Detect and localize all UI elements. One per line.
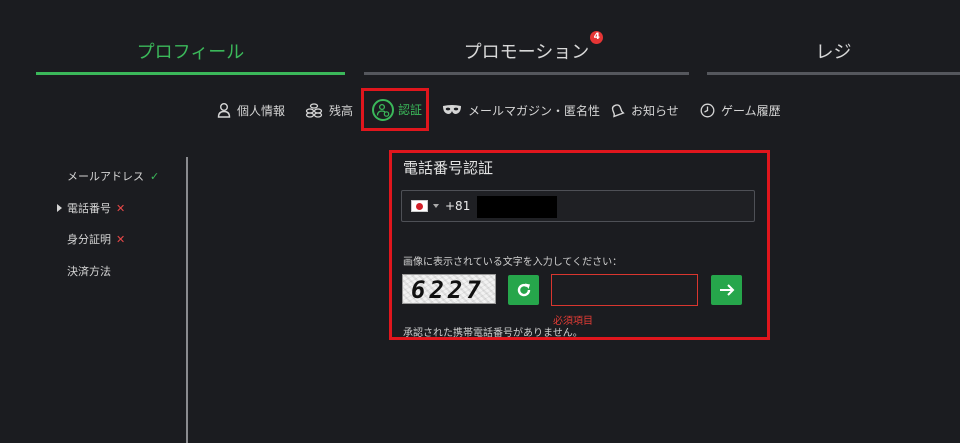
menu-item-email-label: メールアドレス bbox=[67, 170, 144, 183]
check-icon: ✓ bbox=[150, 170, 160, 183]
phone-verification-title: 電話番号認証 bbox=[403, 159, 494, 177]
menu-item-phone-label: 電話番号 bbox=[67, 202, 111, 215]
clock-icon bbox=[700, 103, 715, 117]
chevron-down-icon[interactable] bbox=[433, 204, 439, 208]
subnav-balance-label: 残高 bbox=[329, 103, 354, 118]
mask-icon bbox=[443, 105, 461, 114]
tab-promotion[interactable]: プロモーション 4 bbox=[364, 31, 689, 78]
no-approved-phone-note: 承認された携帯電話番号がありません。 bbox=[403, 328, 583, 337]
submit-arrow-button[interactable] bbox=[711, 275, 742, 305]
captcha-code: 6227 bbox=[411, 276, 485, 304]
tab-cashier-underline bbox=[707, 72, 960, 75]
captcha-input[interactable] bbox=[551, 274, 698, 306]
required-field-error: 必須項目 bbox=[553, 316, 593, 327]
subnav-notifications[interactable]: お知らせ bbox=[609, 99, 679, 121]
redacted-phone-number bbox=[477, 196, 557, 218]
subnav-game-history[interactable]: ゲーム履歴 bbox=[700, 99, 781, 121]
phone-number-field[interactable]: +81 bbox=[401, 190, 755, 222]
captcha-image: 6227 bbox=[402, 274, 496, 304]
dial-code: +81 bbox=[445, 199, 471, 213]
promotion-count-badge: 4 bbox=[590, 31, 604, 44]
subnav-verification[interactable]: 認証 bbox=[361, 88, 429, 131]
menu-item-phone[interactable]: 電話番号 ✕ bbox=[67, 200, 125, 216]
cross-icon: ✕ bbox=[116, 233, 126, 246]
japan-flag-icon[interactable] bbox=[411, 200, 428, 212]
menu-item-payment-methods[interactable]: 決済方法 bbox=[67, 263, 111, 279]
subnav-balance[interactable]: 残高 bbox=[305, 99, 353, 121]
captcha-instruction: 画像に表示されている文字を入力してください： bbox=[403, 257, 623, 268]
menu-item-identity[interactable]: 身分証明 ✕ bbox=[67, 231, 125, 247]
subnav-verification-label: 認証 bbox=[398, 103, 423, 117]
tab-profile-underline bbox=[36, 72, 345, 75]
user-icon bbox=[217, 103, 231, 118]
subnav-newsletter-label: メールマガジン・匿名性 bbox=[468, 103, 601, 118]
cross-icon: ✕ bbox=[116, 202, 126, 215]
arrow-right-icon bbox=[719, 284, 734, 296]
tab-profile-label: プロフィール bbox=[136, 42, 245, 63]
tab-cashier-label: レジ bbox=[815, 42, 852, 63]
tab-cashier[interactable]: レジ bbox=[707, 38, 960, 78]
tab-promotion-label: プロモーション bbox=[463, 42, 590, 63]
subnav-notifications-label: お知らせ bbox=[631, 103, 679, 118]
bell-icon bbox=[611, 104, 625, 118]
menu-item-payment-label: 決済方法 bbox=[67, 265, 111, 278]
subnav-personal-info[interactable]: 個人情報 bbox=[217, 99, 285, 121]
refresh-icon bbox=[517, 283, 530, 297]
menu-item-identity-label: 身分証明 bbox=[67, 233, 111, 246]
menu-item-email[interactable]: メールアドレス ✓ bbox=[67, 168, 159, 184]
refresh-captcha-button[interactable] bbox=[508, 275, 539, 305]
subnav-personal-info-label: 個人情報 bbox=[237, 103, 286, 118]
tab-profile[interactable]: プロフィール bbox=[36, 38, 345, 78]
subnav-newsletter-anonymity[interactable]: メールマガジン・匿名性 bbox=[442, 99, 600, 121]
caret-right-icon bbox=[57, 204, 62, 212]
coins-icon bbox=[305, 103, 323, 118]
verified-user-icon bbox=[372, 98, 394, 121]
tab-promotion-underline bbox=[364, 72, 689, 75]
menu-divider bbox=[186, 157, 188, 443]
subnav-game-history-label: ゲーム履歴 bbox=[721, 103, 781, 118]
